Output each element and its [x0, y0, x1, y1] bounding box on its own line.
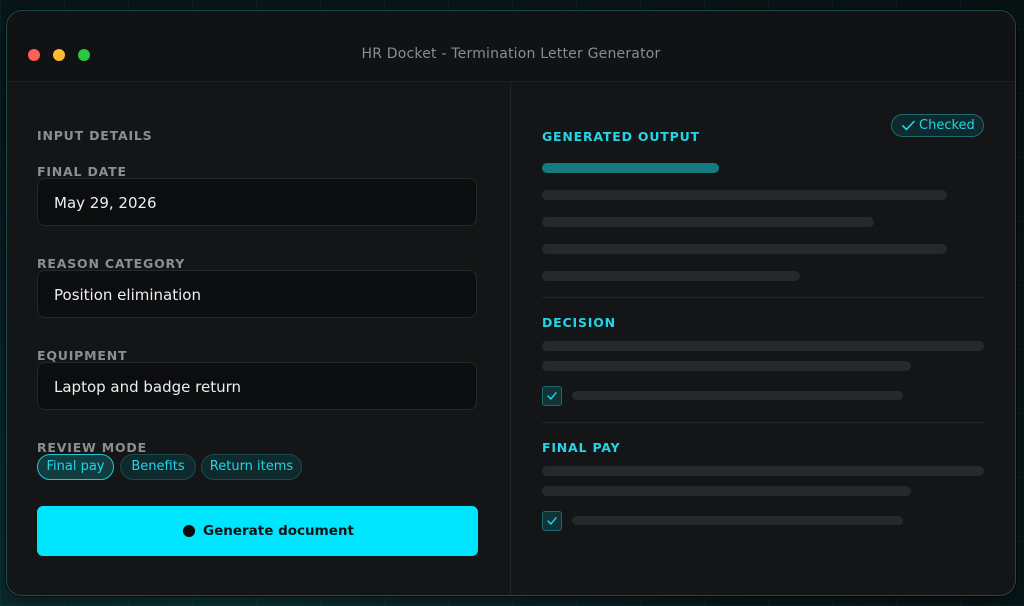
checked-badge: Checked: [891, 114, 984, 137]
output-panel: GENERATED OUTPUT Checked DECISION FINAL …: [510, 82, 1015, 595]
section-divider: [542, 297, 984, 298]
generated-output-heading: GENERATED OUTPUT: [542, 129, 700, 144]
decision-line-placeholder: [542, 341, 984, 351]
output-line-placeholder: [542, 244, 947, 254]
decision-line-placeholder: [542, 361, 911, 371]
input-details-heading: INPUT DETAILS: [37, 128, 153, 143]
final-pay-checkbox-label-placeholder: [572, 516, 903, 525]
input-panel: INPUT DETAILS FINAL DATE May 29, 2026 RE…: [7, 82, 510, 595]
review-mode-benefits-chip[interactable]: Benefits: [120, 454, 196, 480]
final-pay-line-placeholder: [542, 466, 984, 476]
decision-checkbox[interactable]: [542, 386, 562, 406]
reason-category-label: REASON CATEGORY: [37, 256, 186, 271]
equipment-value: Laptop and badge return: [54, 378, 242, 396]
review-mode-return-items-chip[interactable]: Return items: [201, 454, 302, 480]
final-date-label: FINAL DATE: [37, 164, 127, 179]
generate-document-label: Generate document: [203, 523, 354, 539]
record-dot-icon: [183, 525, 195, 537]
equipment-field[interactable]: Laptop and badge return: [37, 362, 477, 410]
decision-checkbox-label-placeholder: [572, 391, 903, 400]
check-icon: [547, 392, 557, 400]
window-title: HR Docket - Termination Letter Generator: [361, 46, 661, 62]
section-divider: [542, 422, 984, 423]
review-mode-label: REVIEW MODE: [37, 440, 147, 455]
title-bar: HR Docket - Termination Letter Generator: [7, 11, 1015, 82]
output-line-placeholder: [542, 190, 947, 200]
final-pay-checkbox[interactable]: [542, 511, 562, 531]
equipment-label: EQUIPMENT: [37, 348, 128, 363]
output-line-placeholder: [542, 217, 874, 227]
decision-heading: DECISION: [542, 315, 616, 330]
final-pay-line-placeholder: [542, 486, 911, 496]
reason-category-value: Position elimination: [54, 286, 201, 304]
check-icon: [547, 517, 557, 525]
app-window: HR Docket - Termination Letter Generator…: [6, 10, 1016, 596]
final-pay-heading: FINAL PAY: [542, 440, 621, 455]
generate-document-button[interactable]: Generate document: [37, 506, 478, 556]
output-title-placeholder: [542, 163, 719, 173]
review-mode-final-pay-chip[interactable]: Final pay: [37, 454, 114, 480]
checked-badge-label: Checked: [919, 118, 975, 133]
reason-category-field[interactable]: Position elimination: [37, 270, 477, 318]
check-icon: [902, 120, 915, 131]
final-date-field[interactable]: May 29, 2026: [37, 178, 477, 226]
output-line-placeholder: [542, 271, 800, 281]
final-date-value: May 29, 2026: [54, 194, 157, 212]
